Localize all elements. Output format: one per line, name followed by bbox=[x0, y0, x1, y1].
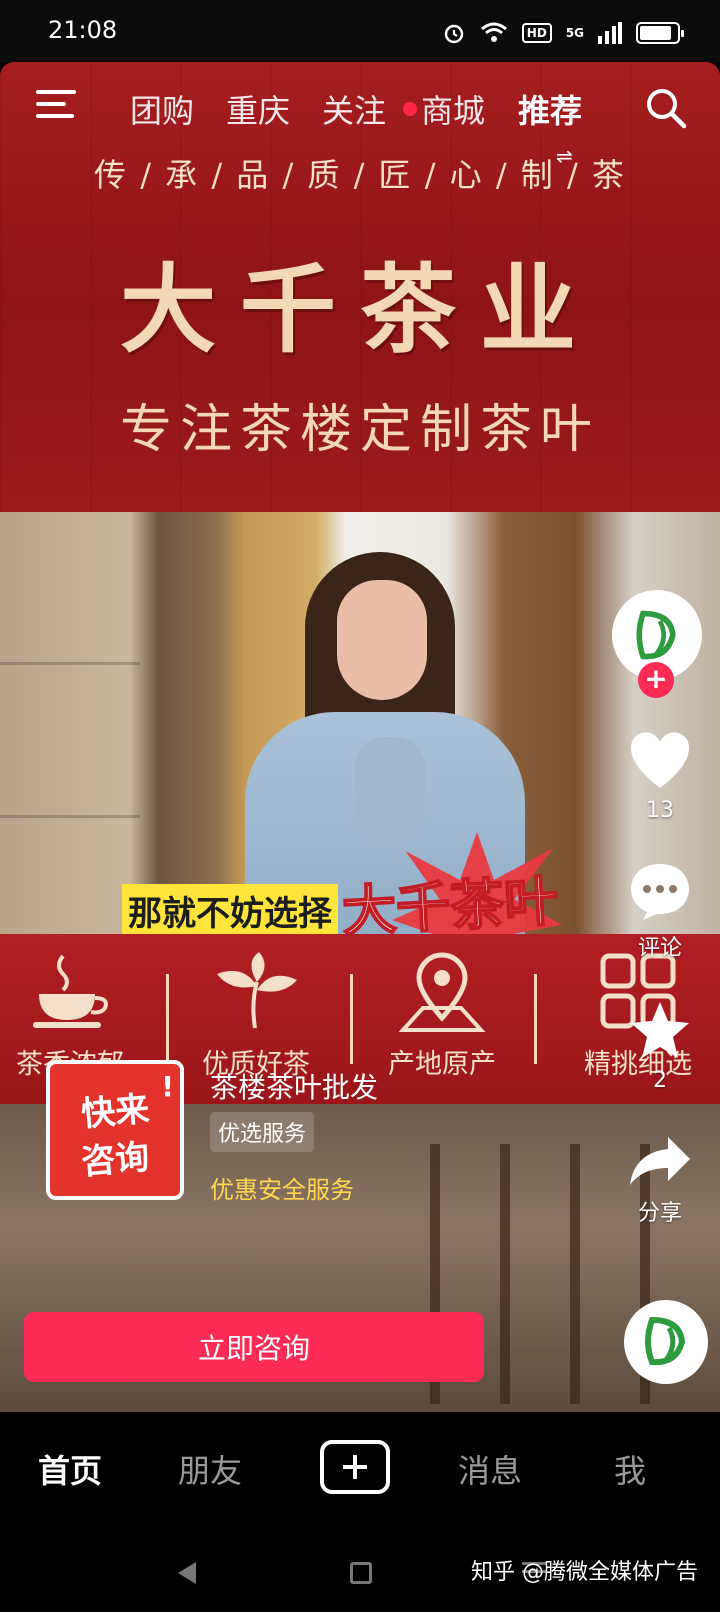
consult-button[interactable]: 立即咨询 bbox=[24, 1312, 484, 1382]
favorite-button[interactable]: 2 bbox=[600, 1000, 720, 1093]
ad-thumbnail[interactable]: ! 快来 咨询 bbox=[46, 1060, 184, 1200]
ad-card[interactable]: ! 快来 咨询 茶楼茶叶批发 优选服务 优惠安全服务 bbox=[24, 1048, 544, 1348]
alarm-icon bbox=[444, 24, 464, 44]
bottom-nav: 首页 朋友 消息 我 bbox=[0, 1412, 720, 1532]
following-notification-dot bbox=[403, 102, 417, 116]
wifi-icon bbox=[480, 22, 507, 42]
hd-badge: HD bbox=[521, 23, 552, 43]
home-icon[interactable] bbox=[350, 1562, 372, 1584]
brand-title: 大千茶业 bbox=[120, 253, 600, 366]
tea-leaf-icon bbox=[217, 952, 297, 1029]
menu-icon[interactable] bbox=[36, 90, 76, 122]
nav-friends[interactable]: 朋友 bbox=[178, 1446, 242, 1492]
brand-logo-icon bbox=[626, 1302, 706, 1382]
ad-title[interactable]: 茶楼茶叶批发 bbox=[210, 1066, 378, 1106]
system-nav: 知乎 @腾微全媒体广告 bbox=[0, 1532, 720, 1612]
status-icons: HD 5G bbox=[442, 18, 684, 48]
favorite-count: 2 bbox=[653, 1068, 667, 1093]
comment-label: 评论 bbox=[637, 936, 682, 961]
battery-icon bbox=[636, 22, 684, 44]
like-button[interactable]: 13 bbox=[600, 730, 720, 823]
ad-thumb-line2: 咨询 bbox=[79, 1137, 151, 1183]
share-icon bbox=[630, 1137, 690, 1185]
teacup-icon bbox=[33, 954, 108, 1028]
heart-icon bbox=[630, 732, 690, 788]
tab-city[interactable]: 重庆 bbox=[226, 86, 290, 132]
comment-icon bbox=[631, 864, 689, 920]
back-icon[interactable] bbox=[178, 1562, 196, 1584]
music-disc-avatar[interactable] bbox=[624, 1300, 708, 1384]
nav-me[interactable]: 我 bbox=[614, 1446, 646, 1492]
tab-mall[interactable]: 商城 bbox=[421, 86, 485, 132]
status-bar: 21:08 HD 5G bbox=[0, 0, 720, 62]
caption-prefix: 那就不妨选择 bbox=[122, 884, 338, 937]
battery-level bbox=[640, 26, 671, 40]
share-button[interactable]: 分享 bbox=[600, 1135, 720, 1227]
ad-tag: 优选服务 bbox=[210, 1112, 315, 1152]
share-label: 分享 bbox=[637, 1201, 682, 1226]
signal-icon bbox=[598, 22, 622, 44]
nav-messages[interactable]: 消息 bbox=[458, 1446, 522, 1492]
location-pin-icon bbox=[398, 952, 486, 1032]
nav-home[interactable]: 首页 bbox=[38, 1446, 102, 1492]
watermark: 知乎 @腾微全媒体广告 bbox=[471, 1560, 698, 1585]
wall-panels bbox=[0, 512, 140, 952]
status-time: 21:08 bbox=[48, 16, 118, 44]
create-button[interactable] bbox=[320, 1440, 390, 1494]
ad-service: 优惠安全服务 bbox=[210, 1176, 354, 1204]
slogan: 传 / 承 / 品 / 质 / 匠 / 心 / 制 / 茶 bbox=[94, 156, 626, 194]
brand-subtitle: 专注茶楼定制茶叶 bbox=[119, 400, 600, 460]
search-icon[interactable] bbox=[644, 86, 688, 130]
follow-button[interactable]: + bbox=[638, 662, 674, 698]
star-icon bbox=[631, 1002, 689, 1058]
tab-recommend[interactable]: 推荐 bbox=[518, 86, 582, 132]
tab-group-buy[interactable]: 团购 bbox=[130, 86, 194, 132]
top-nav: 团购 重庆 关注 商城 推荐 ⇌ bbox=[0, 80, 720, 168]
network-label: 5G bbox=[565, 26, 584, 40]
comment-button[interactable]: 评论 bbox=[600, 860, 720, 962]
tab-following[interactable]: 关注 bbox=[322, 86, 386, 132]
like-count: 13 bbox=[646, 798, 674, 823]
